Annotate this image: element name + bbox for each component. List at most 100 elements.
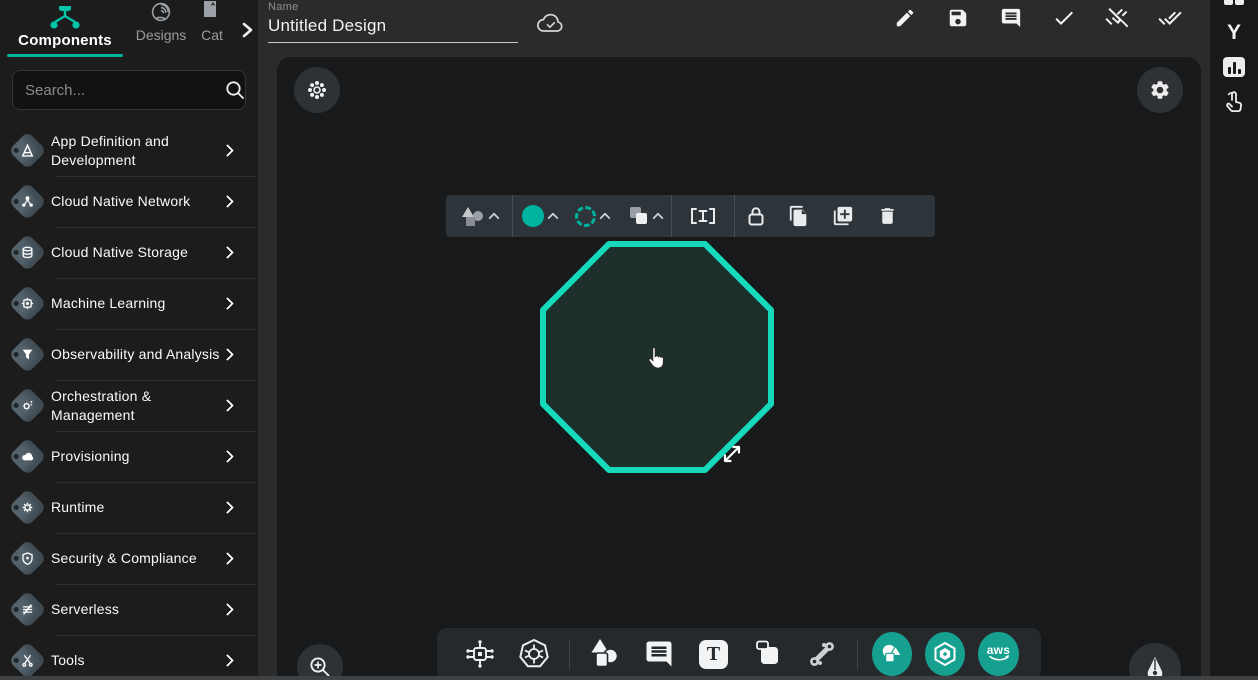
panel-icon[interactable]	[1210, 0, 1258, 6]
chevron-up-icon	[652, 212, 663, 223]
horizontal-scrollbar[interactable]	[0, 676, 1258, 680]
hand-cursor	[643, 345, 669, 373]
edit-pencil-icon[interactable]	[893, 6, 917, 30]
sidebar-category[interactable]: Serverless	[0, 584, 258, 635]
resize-width-icon	[688, 206, 718, 226]
sidebar-category[interactable]: Orchestration & Management	[0, 380, 258, 431]
design-name-input[interactable]: Untitled Design	[268, 13, 518, 43]
settings-gear-icon[interactable]	[1137, 67, 1183, 113]
chevron-right-icon	[221, 144, 234, 157]
tab-components[interactable]: Components	[0, 11, 130, 57]
bar-chart-icon[interactable]	[1210, 57, 1258, 77]
design-topbar: Name Untitled Design	[258, 0, 1210, 57]
tag-storage-icon	[8, 233, 46, 271]
chevron-right-icon	[221, 246, 234, 259]
aws-logo-text: aws	[987, 645, 1011, 655]
text-tool-glyph: T	[699, 640, 728, 669]
topbar-actions	[893, 6, 1182, 30]
kubernetes-icon[interactable]	[514, 632, 554, 676]
tabs-scroll-right-icon[interactable]	[240, 22, 254, 38]
right-toolbar: Y	[1210, 0, 1258, 680]
arrange-layers-icon	[627, 206, 649, 226]
chevron-right-icon	[221, 501, 234, 514]
lock-button[interactable]	[735, 195, 777, 237]
tag-serverless-icon	[8, 590, 46, 628]
dashed-circle-icon	[575, 206, 596, 227]
remove-done-icon[interactable]	[1105, 6, 1129, 30]
sidebar-category[interactable]: Cloud Native Storage	[0, 227, 258, 278]
chevron-right-icon	[221, 348, 234, 361]
category-label: Orchestration & Management	[51, 387, 223, 425]
edge-link-icon[interactable]	[802, 632, 842, 676]
resize-handle-icon[interactable]	[720, 442, 744, 466]
components-network-icon	[48, 6, 82, 32]
yaml-icon[interactable]: Y	[1210, 22, 1258, 43]
component-chip-icon[interactable]	[460, 632, 500, 676]
tab-designs[interactable]: Designs	[130, 6, 192, 57]
border-style-button[interactable]	[566, 195, 618, 237]
sidebar-category[interactable]: Observability and Analysis	[0, 329, 258, 380]
arrange-button[interactable]	[618, 195, 671, 237]
tag-network-icon	[8, 182, 46, 220]
tag-runtime-icon	[8, 488, 46, 526]
shapes-cluster-icon	[460, 206, 485, 227]
chevron-right-icon	[221, 297, 234, 310]
lock-icon	[746, 205, 766, 227]
resize-width-button[interactable]	[672, 195, 734, 237]
sidebar-category[interactable]: Security & Compliance	[0, 533, 258, 584]
copy-icon	[788, 204, 810, 228]
category-label: Observability and Analysis	[51, 345, 223, 364]
shapes-menu-button[interactable]	[446, 195, 512, 237]
category-list: App Definition and Development Cloud Nat…	[0, 125, 258, 680]
touch-icon[interactable]	[1210, 90, 1258, 114]
components-sidebar: Components Designs	[0, 0, 258, 680]
sidebar-category[interactable]: Runtime	[0, 482, 258, 533]
note-tool-icon[interactable]	[748, 632, 788, 676]
copy-button[interactable]	[777, 195, 821, 237]
chevron-right-icon	[221, 399, 234, 412]
sidebar-category[interactable]: App Definition and Development	[0, 125, 258, 176]
done-all-icon[interactable]	[1158, 6, 1182, 30]
chevron-right-icon	[221, 450, 234, 463]
fill-color-button[interactable]	[513, 195, 566, 237]
cloud-done-icon	[536, 12, 566, 36]
design-canvas[interactable]: T	[277, 57, 1201, 680]
catalog-icon	[202, 1, 222, 27]
tab-catalog[interactable]: Cat	[192, 6, 232, 57]
search-input[interactable]	[25, 82, 224, 99]
pen-nib-icon[interactable]	[1129, 643, 1181, 680]
hexagon-provider-icon[interactable]	[925, 632, 965, 676]
search-icon[interactable]	[224, 79, 246, 101]
sidebar-category[interactable]: Cloud Native Network	[0, 176, 258, 227]
chevron-right-icon	[221, 195, 234, 208]
category-label: Tools	[51, 651, 223, 670]
chevron-right-icon	[221, 552, 234, 565]
duplicate-add-button[interactable]	[821, 195, 865, 237]
duplicate-add-icon	[832, 205, 854, 227]
comment-icon[interactable]	[999, 6, 1023, 30]
sidebar-category[interactable]: Tools	[0, 635, 258, 680]
sidebar-category[interactable]: Machine Learning	[0, 278, 258, 329]
shape-context-toolbar	[446, 195, 935, 237]
tab-label: Cat	[201, 27, 223, 57]
category-label: Machine Learning	[51, 294, 223, 313]
check-icon[interactable]	[1052, 6, 1076, 30]
meshery-design-app: Components Designs	[0, 0, 1258, 680]
category-label: Runtime	[51, 498, 223, 517]
tag-observability-icon	[8, 335, 46, 373]
snowflake-icon[interactable]	[294, 67, 340, 113]
category-label: Cloud Native Network	[51, 192, 223, 211]
text-tool-icon[interactable]: T	[693, 632, 733, 676]
tab-label: Designs	[136, 27, 187, 57]
zoom-in-icon[interactable]	[297, 644, 343, 680]
shapes-icon[interactable]	[585, 632, 625, 676]
aws-provider-icon[interactable]: aws	[978, 632, 1018, 676]
sidebar-category[interactable]: Provisioning	[0, 431, 258, 482]
delete-trash-button[interactable]	[865, 195, 910, 237]
category-label: Serverless	[51, 600, 223, 619]
chevron-up-icon	[488, 212, 499, 223]
shapes-provider-icon[interactable]	[872, 632, 912, 676]
comment-tool-icon[interactable]	[639, 632, 679, 676]
save-icon[interactable]	[946, 6, 970, 30]
component-search	[12, 70, 246, 110]
